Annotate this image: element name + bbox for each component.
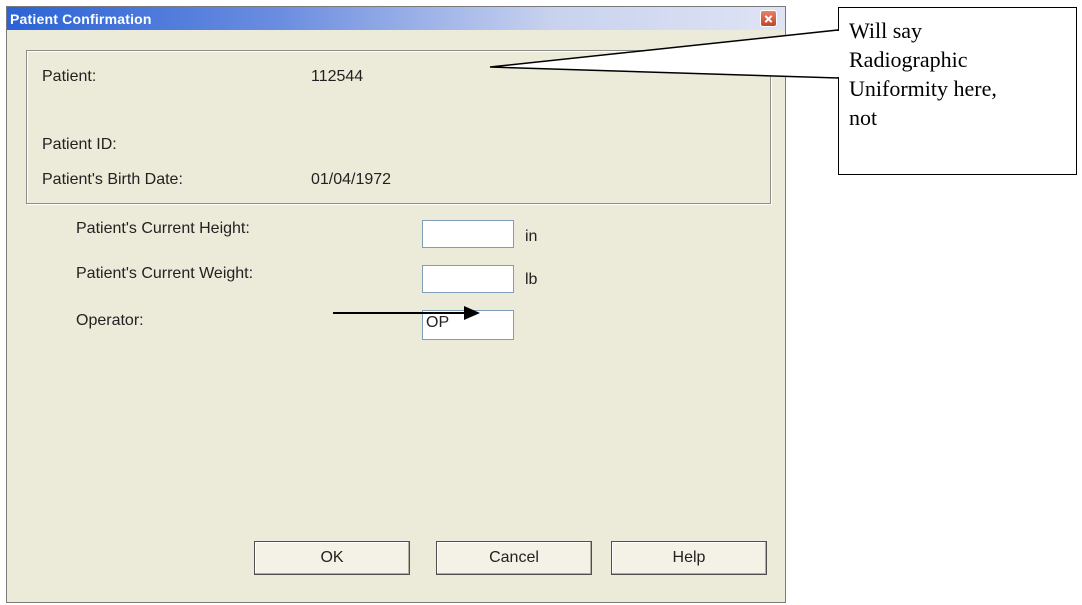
callout-pointer <box>489 29 839 79</box>
arrow-head-icon <box>464 306 480 320</box>
annotation-overlay <box>333 29 839 320</box>
